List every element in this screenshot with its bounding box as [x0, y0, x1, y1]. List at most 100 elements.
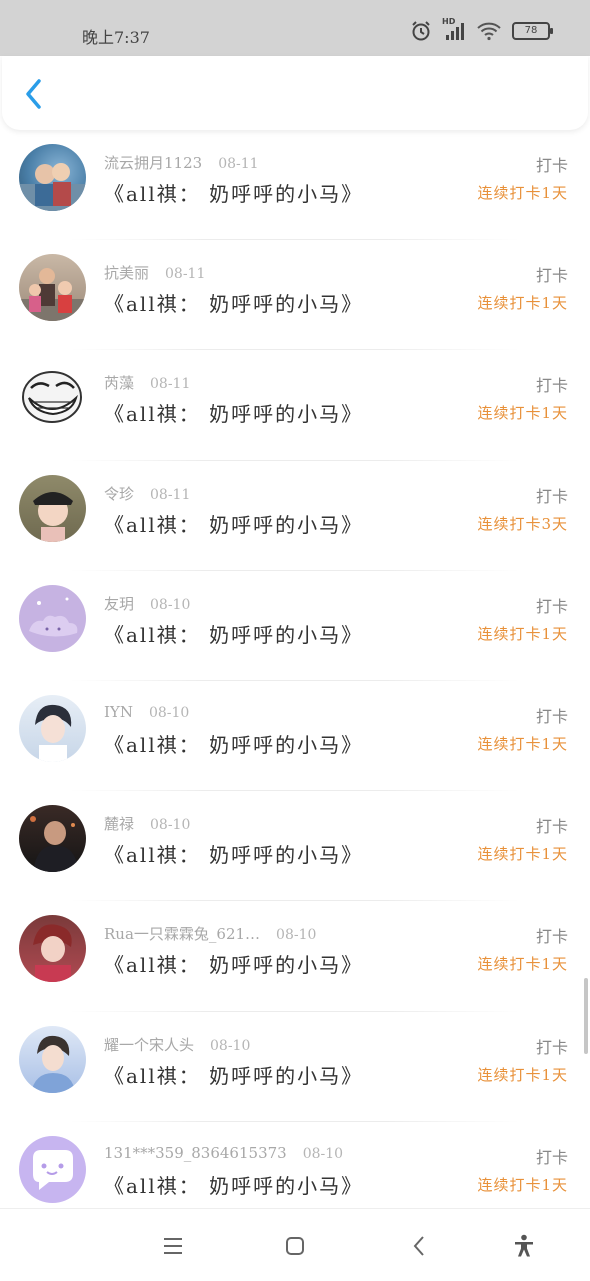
list-item[interactable]: 友玥 08-10 《all祺： 奶呼呼的小马》 打卡 连续打卡1天 — [0, 571, 590, 681]
avatar[interactable] — [19, 584, 86, 652]
chevron-left-icon — [26, 79, 41, 109]
item-meta: Rua一只霖霖兔_621… 08-10 — [104, 923, 316, 944]
nav-back-button[interactable] — [404, 1231, 434, 1261]
item-date: 08-10 — [302, 1145, 344, 1162]
battery-icon: 78 — [512, 22, 553, 40]
item-meta: 抗美丽 08-11 — [104, 262, 205, 283]
checkin-label: 打卡 — [535, 1147, 568, 1167]
item-title: 《all祺： 奶呼呼的小马》 — [104, 292, 364, 317]
back-button[interactable] — [16, 74, 52, 114]
list-item[interactable]: 流云拥月1123 08-11 《all祺： 奶呼呼的小马》 打卡 连续打卡1天 — [0, 130, 590, 241]
user-name: 抗美丽 — [104, 264, 150, 283]
list-item[interactable]: 芮藻 08-11 《all祺： 奶呼呼的小马》 打卡 连续打卡1天 — [0, 350, 590, 461]
user-name: 流云拥月1123 — [104, 154, 203, 172]
streak-label: 连续打卡1天 — [477, 734, 568, 753]
streak-label: 连续打卡3天 — [477, 514, 568, 533]
avatar[interactable] — [19, 474, 86, 542]
status-time: 晚上7:37 — [82, 28, 150, 47]
streak-label: 连续打卡1天 — [477, 1065, 568, 1084]
item-title: 《all祺： 奶呼呼的小马》 — [104, 182, 364, 206]
checkin-label: 打卡 — [535, 1037, 568, 1057]
user-name: 耀一个宋人头 — [104, 1035, 195, 1054]
list-item[interactable]: 麓禄 08-10 《all祺： 奶呼呼的小马》 打卡 连续打卡1天 — [0, 791, 590, 902]
home-button[interactable] — [280, 1231, 310, 1261]
list-item[interactable]: 抗美丽 08-11 《all祺： 奶呼呼的小马》 打卡 连续打卡1天 — [0, 240, 590, 351]
streak-label: 连续打卡1天 — [477, 955, 568, 974]
user-name: 芮藻 — [104, 374, 135, 393]
item-title: 《all祺： 奶呼呼的小马》 — [104, 1063, 364, 1088]
user-name: IYN — [104, 702, 133, 721]
status-icons: HD 78 — [410, 17, 553, 42]
checkin-list[interactable]: 流云拥月1123 08-11 《all祺： 奶呼呼的小马》 打卡 连续打卡1天 抗… — [0, 130, 590, 1208]
list-item[interactable]: IYN 08-10 《all祺： 奶呼呼的小马》 打卡 连续打卡1天 — [0, 681, 590, 792]
item-title: 《all祺： 奶呼呼的小马》 — [104, 512, 364, 537]
avatar[interactable] — [19, 1135, 86, 1203]
item-date: 08-11 — [150, 486, 191, 503]
checkin-label: 打卡 — [535, 817, 568, 837]
item-title: 《all祺： 奶呼呼的小马》 — [104, 843, 364, 868]
checkin-label: 打卡 — [535, 706, 568, 726]
item-meta: 麓禄 08-10 — [104, 813, 190, 834]
item-meta: 令珍 08-11 — [104, 483, 190, 504]
item-date: 08-11 — [218, 156, 259, 172]
item-title: 《all祺： 奶呼呼的小马》 — [104, 1173, 364, 1198]
avatar[interactable] — [19, 364, 86, 432]
checkin-label: 打卡 — [535, 486, 568, 506]
avatar[interactable] — [19, 805, 86, 873]
streak-label: 连续打卡1天 — [477, 1175, 568, 1194]
item-date: 08-10 — [210, 1037, 251, 1054]
alarm-icon — [412, 21, 430, 41]
streak-label: 连续打卡1天 — [477, 845, 568, 864]
header — [2, 56, 588, 130]
home-icon — [286, 1237, 304, 1255]
item-date: 08-10 — [150, 817, 191, 834]
streak-label: 连续打卡1天 — [477, 404, 568, 423]
checkin-label: 打卡 — [535, 376, 568, 396]
item-meta: 耀一个宋人头 08-10 — [104, 1034, 250, 1055]
chat-bubble-icon — [33, 1149, 73, 1190]
avatar[interactable] — [19, 915, 86, 983]
avatar[interactable] — [19, 694, 86, 762]
list-item[interactable]: 131***359_8364615373 08-10 《all祺： 奶呼呼的小马》… — [0, 1122, 590, 1208]
streak-label: 连续打卡1天 — [477, 184, 568, 202]
avatar[interactable] — [19, 144, 86, 211]
item-date: 08-10 — [150, 596, 191, 613]
user-name: 友玥 — [104, 594, 135, 613]
item-date: 08-11 — [165, 266, 206, 283]
item-title: 《all祺： 奶呼呼的小马》 — [104, 732, 364, 757]
list-item[interactable]: 耀一个宋人头 08-10 《all祺： 奶呼呼的小马》 打卡 连续打卡1天 — [0, 1012, 590, 1122]
user-name: 131***359_8364615373 — [104, 1143, 287, 1162]
wifi-icon — [477, 22, 501, 41]
menu-icon — [164, 1238, 182, 1254]
item-title: 《all祺： 奶呼呼的小马》 — [104, 402, 364, 427]
menu-button[interactable] — [158, 1231, 188, 1261]
list-item[interactable]: 令珍 08-11 《all祺： 奶呼呼的小马》 打卡 连续打卡3天 — [0, 461, 590, 571]
user-name: 令珍 — [104, 484, 135, 503]
status-bar: 晚上7:37 HD 78 — [0, 0, 590, 56]
checkin-label: 打卡 — [535, 266, 568, 286]
item-title: 《all祺： 奶呼呼的小马》 — [104, 953, 364, 978]
item-meta: 友玥 08-10 — [104, 593, 190, 614]
system-nav-bar — [0, 1208, 590, 1281]
user-name: 麓禄 — [104, 815, 135, 834]
avatar[interactable] — [19, 1025, 86, 1093]
item-date: 08-11 — [150, 376, 191, 393]
list-item[interactable]: Rua一只霖霖兔_621… 08-10 《all祺： 奶呼呼的小马》 打卡 连续打… — [0, 901, 590, 1012]
accessibility-button[interactable] — [509, 1231, 539, 1261]
scrollbar-thumb[interactable] — [584, 978, 588, 1054]
item-meta: 131***359_8364615373 08-10 — [104, 1144, 343, 1162]
accessibility-icon — [515, 1234, 533, 1257]
item-meta: 芮藻 08-11 — [104, 372, 190, 393]
item-date: 08-10 — [276, 927, 317, 944]
user-name: Rua一只霖霖兔_621… — [104, 925, 261, 944]
item-date: 08-10 — [148, 704, 190, 721]
checkin-label: 打卡 — [535, 596, 568, 616]
signal-icon: HD — [442, 17, 466, 42]
avatar[interactable] — [19, 254, 86, 322]
streak-label: 连续打卡1天 — [477, 294, 568, 313]
back-icon — [413, 1236, 424, 1256]
checkin-label: 打卡 — [535, 156, 568, 175]
item-meta: 流云拥月1123 08-11 — [104, 152, 259, 173]
item-title: 《all祺： 奶呼呼的小马》 — [104, 622, 364, 647]
checkin-label: 打卡 — [535, 927, 568, 947]
